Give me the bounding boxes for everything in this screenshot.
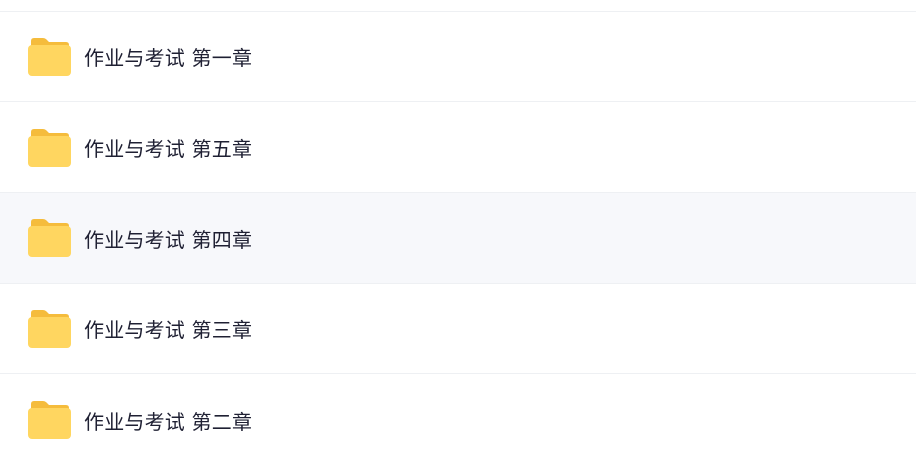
folder-icon <box>28 401 71 439</box>
folder-list: 作业与考试 第一章 作业与考试 第五章 作业与考试 第四章 作业与考试 第三章 … <box>0 0 916 462</box>
folder-name: 作业与考试 第一章 <box>84 46 253 70</box>
folder-row-3[interactable]: 作业与考试 第四章 <box>0 193 916 284</box>
folder-name: 作业与考试 第五章 <box>84 137 253 161</box>
folder-icon <box>28 309 71 348</box>
folder-name: 作业与考试 第三章 <box>84 318 253 342</box>
folder-row-4[interactable]: 作业与考试 第三章 <box>0 284 916 374</box>
folder-name: 作业与考试 第四章 <box>84 227 253 252</box>
folder-icon <box>28 219 71 257</box>
folder-icon <box>28 37 71 76</box>
folder-row-2[interactable]: 作业与考试 第五章 <box>0 103 916 193</box>
folder-row-1[interactable]: 作业与考试 第一章 <box>0 12 916 102</box>
folder-icon <box>28 128 71 167</box>
folder-row-5[interactable]: 作业与考试 第二章 <box>0 375 916 462</box>
folder-name: 作业与考试 第二章 <box>84 409 253 434</box>
